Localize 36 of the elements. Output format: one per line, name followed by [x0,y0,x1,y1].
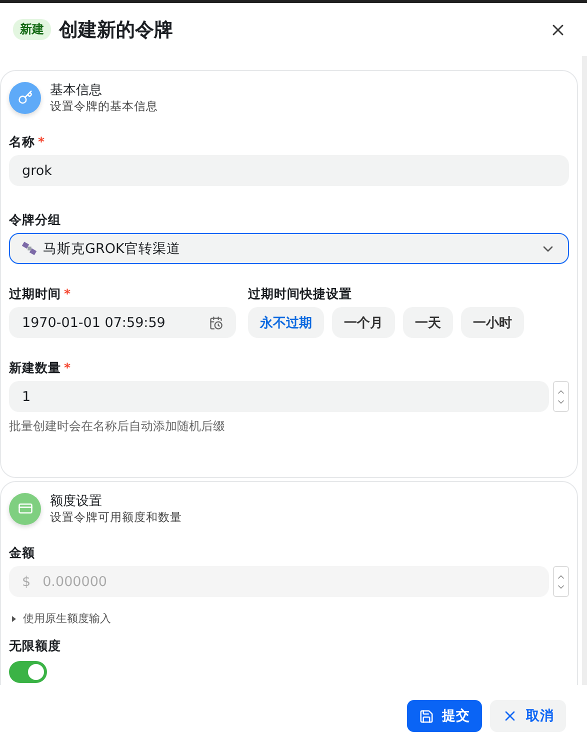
field-label: 过期时间 [9,286,61,302]
field-label: 过期时间快捷设置 [248,286,352,302]
field-label: 令牌分组 [9,212,61,228]
required-mark: * [64,286,71,302]
required-mark: * [64,360,71,376]
raw-quota-toggle[interactable]: 使用原生额度输入 [9,611,569,626]
field-hint: 批量创建时会在名称后自动添加随机后缀 [9,418,226,435]
quick-expire-button[interactable]: 一天 [403,307,453,338]
section-title: 额度设置 [50,493,103,510]
section-subtitle: 设置令牌可用额度和数量 [50,510,182,525]
field-label: 金额 [9,545,35,561]
satellite-icon [22,241,37,256]
dialog-title: 创建新的令牌 [59,18,174,42]
group-select[interactable]: 马斯克GROK官转渠道 [9,233,569,264]
unlimited-switch[interactable] [9,661,47,683]
save-icon [419,708,434,724]
submit-button[interactable]: 提交 [407,700,482,732]
name-field[interactable]: grok [9,155,569,186]
quick-expire-button[interactable]: 一个月 [332,307,395,338]
section-title: 基本信息 [50,82,103,99]
calendar-icon[interactable] [209,316,223,330]
number-spinner[interactable] [553,381,569,412]
quick-expire-button[interactable]: 一小时 [461,307,524,338]
expire-date-field[interactable]: 1970-01-01 07:59:59 [9,307,236,338]
count-field[interactable]: 1 [9,381,549,412]
number-spinner[interactable] [553,566,569,597]
section-subtitle: 设置令牌的基本信息 [50,99,158,114]
field-label: 名称 [9,134,35,150]
key-icon [9,82,41,114]
cancel-button[interactable]: 取消 [490,700,566,732]
quick-expire-button[interactable]: 永不过期 [248,307,324,338]
card-icon [9,492,41,524]
required-mark: * [38,134,45,150]
field-label: 新建数量 [9,360,61,376]
field-label: 无限额度 [9,638,61,654]
new-badge: 新建 [13,19,51,40]
